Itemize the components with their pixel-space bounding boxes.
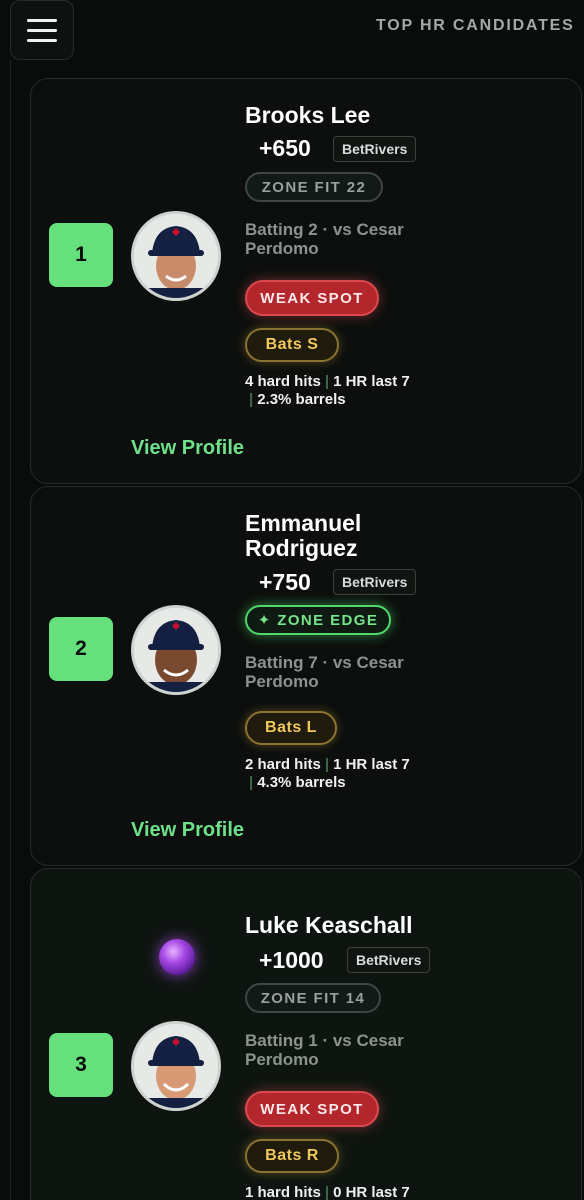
odds-value: +750 [259, 569, 311, 595]
rank-badge: 1 [49, 223, 113, 287]
player-avatar [131, 1021, 221, 1111]
batting-info: Batting 7 · vs Cesar Perdomo [245, 653, 404, 691]
candidate-card: 1 Brooks Lee +650 BetRivers ZONE FIT 22 … [30, 78, 582, 484]
page-title: TOP HR CANDIDATES [376, 17, 575, 34]
bats-badge: Bats S [245, 328, 339, 362]
app-header: TOP HR CANDIDATES [0, 0, 584, 62]
bats-badge: Bats L [245, 711, 337, 745]
sidebar-divider [10, 60, 11, 1200]
batting-info: Batting 2 · vs Cesar Perdomo [245, 220, 404, 258]
zone-edge-pill: ✦ ZONE EDGE [245, 605, 391, 635]
view-profile-link[interactable]: View Profile [131, 819, 244, 842]
candidate-card: 3 Luke Keaschall +1000 BetRivers ZONE FI… [30, 868, 582, 1200]
zone-fit-pill: ZONE FIT 22 [245, 172, 383, 202]
view-profile-link[interactable]: View Profile [131, 437, 244, 460]
player-stats: 4 hard hits | 1 HR last 7 | 2.3% barrels [245, 373, 410, 408]
player-avatar [131, 211, 221, 301]
rank-badge: 2 [49, 617, 113, 681]
player-stats: 2 hard hits | 1 HR last 7 | 4.3% barrels [245, 756, 410, 791]
player-avatar [131, 605, 221, 695]
player-name: Brooks Lee [245, 102, 371, 128]
menu-button[interactable] [10, 0, 74, 60]
odds-value: +1000 [259, 947, 324, 973]
player-name: Luke Keaschall [245, 912, 413, 938]
hamburger-menu-icon [27, 19, 57, 22]
crystal-ball-icon [159, 939, 195, 975]
zone-fit-pill: ZONE FIT 14 [245, 983, 381, 1013]
sportsbook-badge: BetRivers [333, 136, 417, 162]
player-stats: 1 hard hits | 0 HR last 7 [245, 1184, 410, 1200]
weak-spot-badge: WEAK SPOT [245, 1091, 379, 1127]
weak-spot-badge: WEAK SPOT [245, 280, 379, 316]
player-name: Emmanuel Rodriguez [245, 510, 362, 561]
sportsbook-badge: BetRivers [347, 947, 431, 973]
sportsbook-badge: BetRivers [333, 569, 417, 595]
candidate-card: 2 Emmanuel Rodriguez +750 BetRivers ✦ ZO… [30, 486, 582, 866]
odds-value: +650 [259, 135, 311, 161]
bats-badge: Bats R [245, 1139, 339, 1173]
batting-info: Batting 1 · vs Cesar Perdomo [245, 1031, 404, 1069]
rank-badge: 3 [49, 1033, 113, 1097]
